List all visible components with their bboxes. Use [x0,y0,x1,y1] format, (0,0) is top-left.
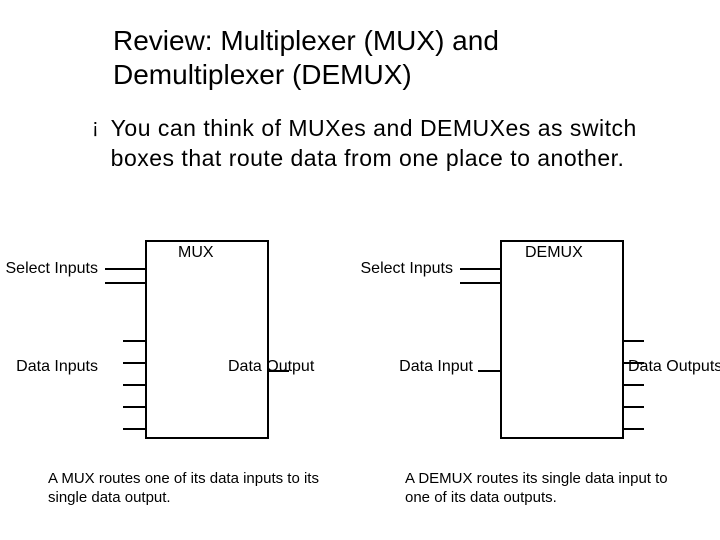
demux-box [500,240,624,439]
mux-data-tick [123,384,145,386]
demux-select-tick [460,282,500,284]
mux-data-output-label: Data Output [228,358,378,376]
mux-data-tick [123,428,145,430]
demux-box-label: DEMUX [525,244,583,262]
demux-data-input-label: Data Input [375,358,473,376]
demux-output-tick [622,384,644,386]
demux-output-tick [622,340,644,342]
demux-output-tick [622,428,644,430]
mux-data-inputs-label: Data Inputs [0,358,98,376]
mux-data-tick [123,362,145,364]
mux-data-tick [123,340,145,342]
mux-box-label: MUX [178,244,214,262]
bullet-icon: ¡ [92,114,99,140]
demux-output-tick [622,406,644,408]
bullet-item: ¡ You can think of MUXes and DEMUXes as … [92,114,682,174]
demux-select-inputs-label: Select Inputs [355,260,453,278]
mux-box [145,240,269,439]
page-title: Review: Multiplexer (MUX) and Demultiple… [113,24,613,91]
demux-select-tick [460,268,500,270]
mux-caption: A MUX routes one of its data inputs to i… [48,470,328,508]
demux-caption: A DEMUX routes its single data input to … [405,470,685,508]
mux-select-tick [105,268,145,270]
demux-data-outputs-label: Data Outputs [628,358,720,376]
demux-input-tick [478,370,500,372]
mux-select-tick [105,282,145,284]
title-line-2: Demultiplexer (DEMUX) [113,59,412,90]
bullet-text: You can think of MUXes and DEMUXes as sw… [111,114,682,174]
mux-data-tick [123,406,145,408]
title-line-1: Review: Multiplexer (MUX) and [113,25,499,56]
mux-select-inputs-label: Select Inputs [0,260,98,278]
